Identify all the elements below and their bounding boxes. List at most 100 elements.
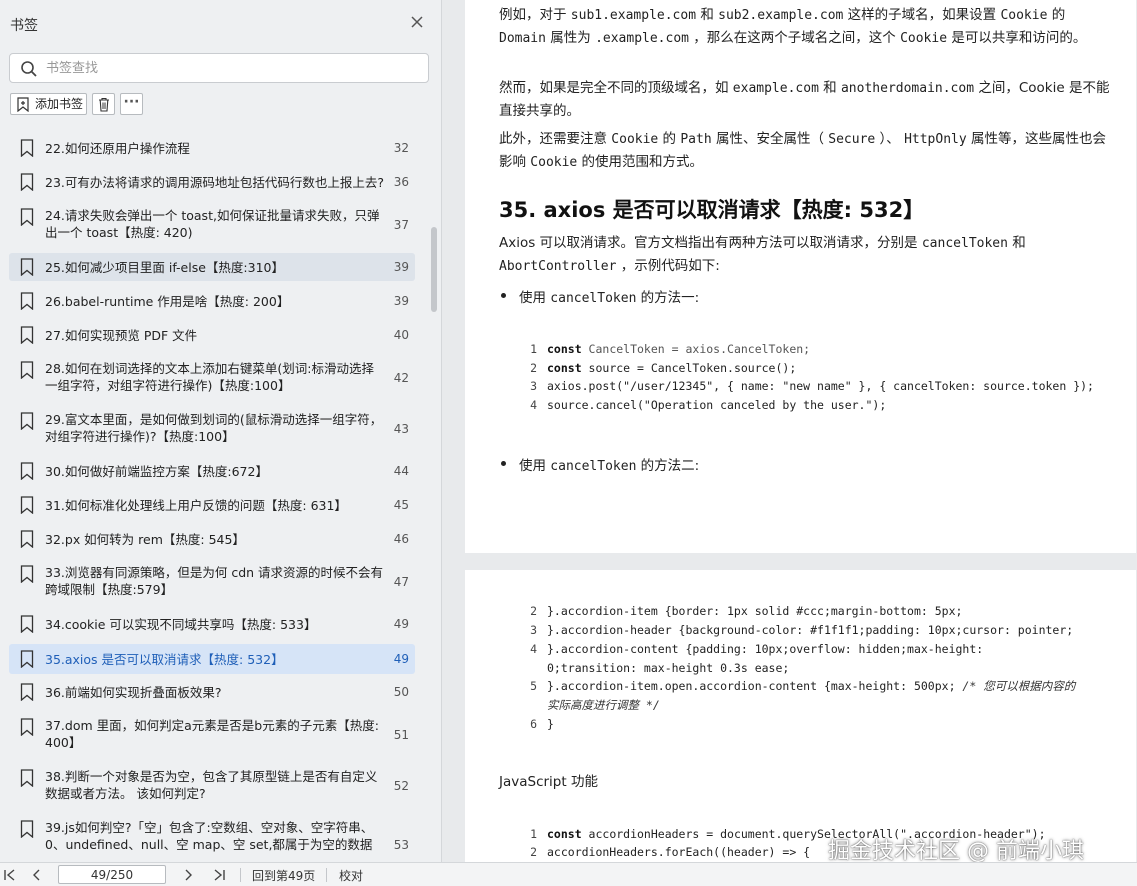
bookmark-title: 31.如何标准化处理线上用户反馈的问题【热度: 631】 xyxy=(45,498,347,513)
previous-page-icon[interactable] xyxy=(29,867,45,883)
add-bookmark-button[interactable]: 添加书签 xyxy=(10,93,87,115)
bookmark-item[interactable]: 31.如何标准化处理线上用户反馈的问题【热度: 631】 45 xyxy=(9,491,415,519)
bookmark-icon xyxy=(20,208,34,227)
bookmark-title: 26.babel-runtime 作用是啥【热度: 200】 xyxy=(45,294,290,309)
close-icon[interactable] xyxy=(409,14,425,30)
bookmark-icon xyxy=(20,292,34,311)
bookmark-page: 43 xyxy=(393,422,409,436)
bookmark-page: 46 xyxy=(393,532,409,546)
bookmark-item[interactable]: 26.babel-runtime 作用是啥【热度: 200】 39 xyxy=(9,287,415,315)
bookmark-title: 28.如何在划词选择的文本上添加右键菜单(划词:标滑动选择一组字符，对组字符进行… xyxy=(45,361,374,393)
divider xyxy=(326,868,327,882)
more-options-button[interactable]: ··· xyxy=(120,93,143,115)
bookmark-title: 38.判断一个对象是否为空，包含了其原型链上是否有自定义数据或者方法。 该如何判… xyxy=(45,769,378,801)
bookmark-title: 29.富文本里面，是如何做到划词的(鼠标滑动选择一组字符，对组字符进行操作)?【… xyxy=(45,412,383,444)
bookmark-icon xyxy=(20,326,34,345)
trash-icon xyxy=(99,97,109,112)
bookmark-panel-title: 书签 xyxy=(10,18,38,34)
bookmark-page: 45 xyxy=(393,498,409,512)
bookmark-item[interactable]: 36.前端如何实现折叠面板效果? 50 xyxy=(9,678,415,706)
bookmark-icon xyxy=(20,258,34,277)
bookmark-scrollbar-thumb[interactable] xyxy=(431,227,437,312)
paragraph-axios-cancel: Axios 可以取消请求。官方文档指出有两种方法可以取消请求，分别是 cance… xyxy=(499,235,1026,274)
bookmark-icon xyxy=(20,683,34,702)
bookmark-icon xyxy=(20,650,34,669)
bookmark-page: 42 xyxy=(393,371,409,385)
bookmark-icon xyxy=(20,820,34,839)
proofread-link[interactable]: 校对 xyxy=(339,867,363,884)
back-to-page-link[interactable]: 回到第49页 xyxy=(252,867,315,884)
document-page: 2}.accordion-item {border: 1px solid #cc… xyxy=(465,570,1136,862)
last-page-icon[interactable] xyxy=(211,867,227,883)
bookmark-title: 35.axios 是否可以取消请求【热度: 532】 xyxy=(45,652,284,667)
bookmark-title: 27.如何实现预览 PDF 文件 xyxy=(45,328,198,343)
section-heading: 35. axios 是否可以取消请求【热度: 532】 xyxy=(499,198,925,222)
bookmark-page: 39 xyxy=(393,260,409,274)
bookmark-page: 37 xyxy=(393,218,409,232)
search-icon xyxy=(20,60,38,78)
bookmark-title: 23.可有办法将请求的调用源码地址包括代码行数也上报上去? xyxy=(45,175,385,190)
bookmark-page: 49 xyxy=(393,617,409,631)
bookmark-page: 32 xyxy=(393,141,409,155)
bookmark-page: 36 xyxy=(393,175,409,189)
bookmark-title: 24.请求失败会弹出一个 toast,如何保证批量请求失败，只弹出一个 toas… xyxy=(45,208,380,240)
watermark: 掘金技术社区 @ 前端小琪 xyxy=(828,839,1084,864)
page-number-input[interactable] xyxy=(58,865,166,884)
paragraph-cookie-attributes: 此外，还需要注意 Cookie 的 Path 属性、安全属性（ Secure ）… xyxy=(499,131,1106,170)
bookmark-item[interactable]: 22.如何还原用户操作流程 32 xyxy=(9,134,415,162)
bookmark-item[interactable]: 23.可有办法将请求的调用源码地址包括代码行数也上报上去? 36 xyxy=(9,168,415,196)
first-page-icon[interactable] xyxy=(2,867,18,883)
bookmark-item-hovered[interactable]: 25.如何减少项目里面 if-else【热度:310】 39 xyxy=(9,253,415,281)
bookmark-item[interactable]: 29.富文本里面，是如何做到划词的(鼠标滑动选择一组字符，对组字符进行操作)?【… xyxy=(9,406,415,448)
bookmark-page: 50 xyxy=(393,685,409,699)
bookmark-title: 36.前端如何实现折叠面板效果? xyxy=(45,685,222,700)
delete-bookmark-button[interactable] xyxy=(92,93,115,115)
bookmark-icon xyxy=(20,565,34,584)
bookmark-icon xyxy=(20,462,34,481)
bookmark-item[interactable]: 37.dom 里面，如何判定a元素是否是b元素的子元素【热度: 400】 51 xyxy=(9,712,415,754)
bookmark-title: 30.如何做好前端监控方案【热度:672】 xyxy=(45,464,268,479)
bookmark-page: 39 xyxy=(393,294,409,308)
bookmark-title: 33.浏览器有同源策略，但是为何 cdn 请求资源的时候不会有跨域限制【热度:5… xyxy=(45,565,384,597)
bookmark-icon xyxy=(20,173,34,192)
bookmark-item[interactable]: 34.cookie 可以实现不同域共享吗【热度: 533】 49 xyxy=(9,610,415,638)
bookmark-title: 37.dom 里面，如何判定a元素是否是b元素的子元素【热度: 400】 xyxy=(45,718,379,750)
bookmark-page: 40 xyxy=(393,328,409,342)
bookmark-item[interactable]: 27.如何实现预览 PDF 文件 40 xyxy=(9,321,415,349)
bookmark-page: 51 xyxy=(393,728,409,742)
bookmark-icon xyxy=(20,530,34,549)
bookmark-title: 32.px 如何转为 rem【热度: 545】 xyxy=(45,532,245,547)
bookmark-icon xyxy=(20,496,34,515)
subsection-heading: JavaScript 功能 xyxy=(499,774,598,790)
bookmark-item[interactable]: 38.判断一个对象是否为空，包含了其原型链上是否有自定义数据或者方法。 该如何判… xyxy=(9,763,415,805)
bookmark-item[interactable]: 24.请求失败会弹出一个 toast,如何保证批量请求失败，只弹出一个 toas… xyxy=(9,202,415,244)
bookmark-icon xyxy=(20,361,34,380)
bookmark-icon xyxy=(20,412,34,431)
bookmark-page: 49 xyxy=(393,652,409,666)
bookmark-item-current[interactable]: 35.axios 是否可以取消请求【热度: 532】 49 xyxy=(9,644,415,674)
bookmark-item[interactable]: 32.px 如何转为 rem【热度: 545】 46 xyxy=(9,525,415,553)
bookmark-title: 22.如何还原用户操作流程 xyxy=(45,141,190,156)
bookmark-page: 44 xyxy=(393,464,409,478)
document-page: 例如，对于 sub1.example.com 和 sub2.example.co… xyxy=(465,0,1136,553)
bookmark-item[interactable]: 33.浏览器有同源策略，但是为何 cdn 请求资源的时候不会有跨域限制【热度:5… xyxy=(9,559,415,601)
bookmark-icon xyxy=(20,769,34,788)
divider xyxy=(240,868,241,882)
next-page-icon[interactable] xyxy=(180,867,196,883)
bookmark-item[interactable]: 30.如何做好前端监控方案【热度:672】 44 xyxy=(9,457,415,485)
bookmark-title: 25.如何减少项目里面 if-else【热度:310】 xyxy=(45,260,284,275)
add-bookmark-icon xyxy=(17,97,29,112)
paragraph-top-level-domain: 然而，如果是完全不同的顶级域名，如 example.com 和 anotherd… xyxy=(499,80,1110,119)
bookmark-item[interactable]: 39.js如何判空?「空」包含了:空数组、空对象、空字符串、0、undefine… xyxy=(9,814,415,858)
bookmark-search-input[interactable] xyxy=(46,58,416,78)
bookmark-title: 34.cookie 可以实现不同域共享吗【热度: 533】 xyxy=(45,617,317,632)
bookmark-panel: 书签 添加书签 ··· 22.如何还原用户操作流程 32 23.可有办法将请求的… xyxy=(0,0,442,862)
bookmark-search-box xyxy=(9,53,429,83)
more-options-label: ··· xyxy=(123,94,140,110)
page-navigation-bar: 回到第49页 校对 xyxy=(0,862,1137,886)
bookmark-page: 52 xyxy=(393,779,409,793)
add-bookmark-label: 添加书签 xyxy=(35,97,84,111)
bookmark-icon xyxy=(20,718,34,737)
bookmark-item[interactable]: 28.如何在划词选择的文本上添加右键菜单(划词:标滑动选择一组字符，对组字符进行… xyxy=(9,355,415,397)
bookmark-page: 47 xyxy=(393,575,409,589)
